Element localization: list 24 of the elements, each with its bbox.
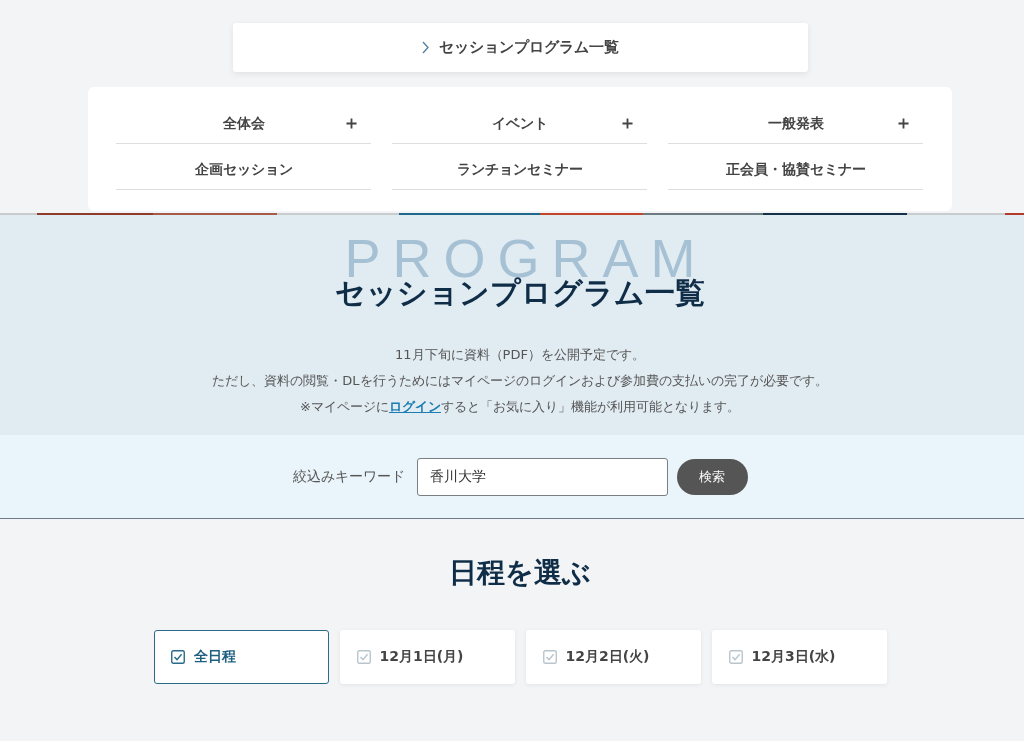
note-text: ただし、資料の閲覧・DLを行うためにはマイページのログインおよび参加費の支払いの完了が必要です。 [212,372,828,390]
category-link[interactable]: ランチョンセミナー [392,150,647,190]
keyword-label: 絞込みキーワード [292,467,405,486]
note-text: 11月下旬に資料（PDF）を公開予定です。 [394,346,646,364]
category-link[interactable]: 正会員・協賛セミナー [668,150,923,190]
login-link[interactable]: ログイン [388,399,441,414]
date-tab[interactable]: 12月1日(月) [339,630,515,684]
category-link[interactable]: 企画セッション [116,150,371,190]
checkbox-icon [728,650,743,664]
date-tab[interactable]: 12月2日(火) [525,630,701,684]
category-link[interactable]: イベント [392,104,647,144]
chevron-right-icon [421,41,429,54]
date-tab[interactable]: 全日程 [153,630,329,684]
checkbox-icon [356,650,371,664]
date-tab[interactable]: 12月3日(水) [711,630,887,684]
breadcrumb-link[interactable]: セッションプログラム一覧 [438,38,619,57]
category-link[interactable]: 全体会 [116,104,371,144]
category-link[interactable]: 一般発表 [668,104,923,144]
checkbox-icon [170,650,185,664]
note-text: ※マイページに ログインすると「お気に入り」機能が利用可能となります。 [299,398,741,416]
keyword-input[interactable]: 香川大学 [416,457,668,496]
checkbox-icon [542,650,557,664]
search-button[interactable]: 検索 [676,458,748,495]
section-title: 日程を選ぶ [449,555,591,591]
